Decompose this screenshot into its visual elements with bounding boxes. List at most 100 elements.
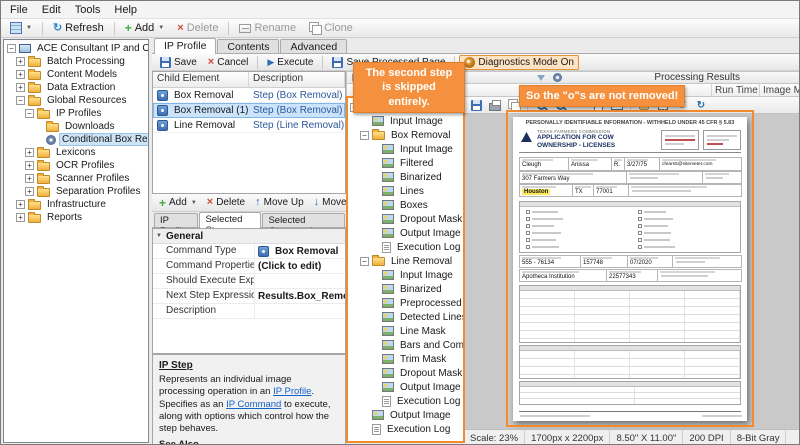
results-tree-item[interactable]: Boxes [348,198,463,212]
delete-button[interactable]: × Delete [171,20,224,37]
expander-icon[interactable]: + [25,161,34,170]
results-tree-item[interactable]: Input Image [348,268,463,282]
column-header-image-mode[interactable]: Image Mo... [760,84,800,96]
results-tree-item[interactable]: Input Image [348,142,463,156]
nav-tree-item[interactable]: +Data Extraction [4,81,148,94]
results-tree-item[interactable]: −Line Removal [348,254,463,268]
menu-edit[interactable]: Edit [35,3,68,17]
add-button[interactable]: + Add ▼ [119,20,171,37]
expander-icon[interactable]: + [16,57,25,66]
child-element-row[interactable]: Box Removal (1)Step (Box Removal) [153,103,345,118]
rotate-right-button[interactable]: ↻ [692,98,710,113]
cancel-button[interactable]: × Cancel [203,55,254,70]
tab-ip-profile-lower[interactable]: IP Profile [154,213,198,227]
expander-icon[interactable]: + [16,70,25,79]
print-button[interactable] [486,98,504,113]
tab-advanced[interactable]: Advanced [280,39,347,53]
results-tree-item[interactable]: Line Mask [348,324,463,338]
results-tree-item[interactable]: Binarized [348,282,463,296]
nav-tree-item[interactable]: +Batch Processing [4,55,148,68]
menu-help[interactable]: Help [107,3,144,17]
results-tree-item[interactable]: Lines [348,184,463,198]
expander-icon[interactable]: + [16,213,25,222]
results-tree-item[interactable]: Dropout Mask [348,366,463,380]
nav-tree-item[interactable]: −ACE Consultant IP and OCR [4,42,148,55]
nav-tree-item[interactable]: +Separation Profiles [4,185,148,198]
property-row[interactable]: Next Step ExpressionResults.Box_Removal.… [153,289,345,304]
save-image-button[interactable] [467,98,485,113]
results-tree-item[interactable]: Binarized [348,170,463,184]
ip-command-link[interactable]: IP Command [226,399,281,410]
tree-item-label: Conditional Box Removal [59,133,148,146]
nav-tree-item[interactable]: +Scanner Profiles [4,172,148,185]
tab-selected-step[interactable]: Selected Step [199,212,261,228]
nav-tree-item[interactable]: +Content Models [4,68,148,81]
field-last-name: Cleugh [519,157,569,171]
nav-tree-item[interactable]: Downloads [4,120,148,133]
expander-icon[interactable]: + [25,148,34,157]
expander-icon[interactable]: − [7,44,16,53]
ip-profile-link[interactable]: IP Profile [273,386,311,397]
results-tree-item[interactable]: Output Image [348,408,463,422]
clone-button[interactable]: Clone [303,20,359,37]
menu-file[interactable]: File [3,3,35,17]
property-group-general[interactable]: ▼ General [153,229,345,244]
expander-icon[interactable]: + [25,187,34,196]
expander-icon[interactable]: − [16,96,25,105]
property-row[interactable]: Should Execute Expression [153,274,345,289]
filter-button[interactable] [533,72,548,83]
expander-icon[interactable]: + [16,200,25,209]
results-tree-item[interactable]: Preprocessed [348,296,463,310]
results-tree-item[interactable]: Detected Lines [348,310,463,324]
results-tree-item[interactable]: Input Image [348,114,463,128]
nav-tree-item[interactable]: +Lexicons [4,146,148,159]
results-tree-item[interactable]: Filtered [348,156,463,170]
results-tree-item[interactable]: Bars and Combs [348,338,463,352]
expander-icon[interactable]: − [25,109,34,118]
results-tree-item[interactable]: Trim Mask [348,352,463,366]
results-tree-item[interactable]: Dropout Mask [348,212,463,226]
tab-ip-profile[interactable]: IP Profile [154,38,216,54]
execute-label: Execute [277,57,313,68]
tab-selected-command[interactable]: Selected Command [262,213,345,227]
nav-tree-item[interactable]: Conditional Box Removal [4,133,148,146]
expander-icon[interactable]: + [16,83,25,92]
results-tree-item[interactable]: Output Image [348,226,463,240]
property-row[interactable]: Command TypeBox Removal [153,244,345,259]
view-grid-button[interactable]: ▼ [4,20,38,37]
child-element-row[interactable]: Box RemovalStep (Box Removal) [153,88,345,103]
nav-tree-item[interactable]: +OCR Profiles [4,159,148,172]
rename-button[interactable]: Rename [233,20,302,37]
property-rows: Command TypeBox RemovalCommand Propertie… [153,244,345,319]
column-header-run-time[interactable]: Run Time [712,84,760,96]
help-panel: IP Step Represents an individual image p… [152,354,346,445]
results-tree-item[interactable]: Output Image [348,380,463,394]
results-tree-item[interactable]: Execution Log [348,394,463,408]
nav-tree-item[interactable]: +Infrastructure [4,198,148,211]
document-preview-page[interactable]: PERSONALLY IDENTIFIABLE INFORMATION - WI… [513,117,747,421]
results-tree-item[interactable]: Execution Log [348,240,463,254]
results-tree-item[interactable]: −Box Removal [348,128,463,142]
nav-tree-item[interactable]: −IP Profiles [4,107,148,120]
property-row[interactable]: Description [153,304,345,319]
menu-tools[interactable]: Tools [68,3,108,17]
column-header-child-element[interactable]: Child Element [153,72,249,87]
results-tree-item[interactable]: Execution Log [348,422,463,436]
expander-icon[interactable]: − [360,257,369,266]
expander-icon[interactable]: − [360,131,369,140]
column-header-description[interactable]: Description [249,72,345,87]
nav-tree-item[interactable]: −Global Resources [4,94,148,107]
property-row[interactable]: Command Properties(Click to edit) [153,259,345,274]
save-button[interactable]: Save [155,55,202,70]
expander-icon[interactable]: + [25,174,34,183]
execute-button[interactable]: ▶ Execute [262,55,318,70]
tab-contents[interactable]: Contents [217,39,279,53]
refresh-button[interactable]: ↻ Refresh [47,20,110,37]
nav-tree-item[interactable]: +Reports [4,211,148,224]
step-add-button[interactable]: + Add ▼ [154,195,202,210]
child-element-row[interactable]: Line RemovalStep (Line Removal) [153,118,345,133]
step-delete-button[interactable]: × Delete [202,195,250,210]
diagnostics-mode-button[interactable]: Diagnostics Mode On [459,55,579,70]
settings-button[interactable] [550,72,565,83]
move-up-button[interactable]: ↑ Move Up [250,195,309,210]
